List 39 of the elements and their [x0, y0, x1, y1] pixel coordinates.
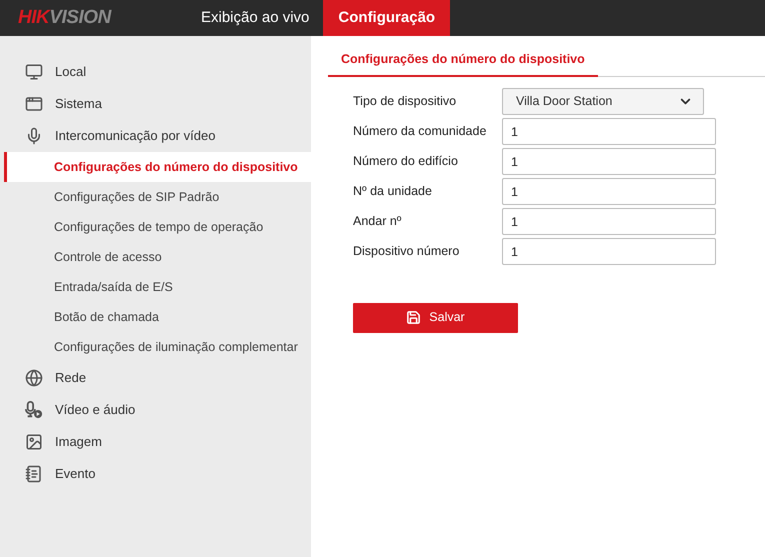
sidebar-item[interactable]: Vídeo e áudio: [4, 394, 311, 426]
sidebar-item[interactable]: Evento: [4, 458, 311, 490]
field-label: Tipo de dispositivo: [353, 93, 458, 110]
select-field[interactable]: Villa Door Station: [502, 88, 704, 116]
microphone-icon: [25, 127, 43, 145]
notepad-icon: [25, 465, 43, 483]
sidebar-item[interactable]: Rede: [4, 362, 311, 394]
nav-tab[interactable]: Exibição ao vivo: [187, 0, 324, 36]
field-label: Número da comunidade: [353, 123, 488, 140]
sidebar-subitem[interactable]: Configurações de SIP Padrão: [4, 182, 311, 212]
monitor-icon: [25, 63, 43, 81]
window-icon: [25, 95, 43, 113]
input-field[interactable]: 1: [502, 208, 716, 236]
logo: HIKVISION: [18, 6, 113, 30]
nav-tab[interactable]: Configuração: [323, 0, 450, 36]
sidebar-item[interactable]: Sistema: [4, 88, 311, 120]
field-label: Dispositivo número: [353, 243, 460, 260]
microphone-play-icon: [25, 401, 43, 419]
save-icon: [406, 310, 422, 326]
globe-icon: [25, 369, 43, 387]
sidebar-item[interactable]: Local: [4, 56, 311, 88]
input-field[interactable]: 1: [502, 238, 716, 266]
sidebar-item[interactable]: Imagem: [4, 426, 311, 458]
sidebar-subitem[interactable]: Botão de chamada: [4, 302, 311, 332]
input-field[interactable]: 1: [502, 118, 716, 146]
field-label: Número do edifício: [353, 153, 459, 170]
sidebar-subitem[interactable]: Configurações do número do dispositivo: [4, 152, 311, 182]
field-label: Nº da unidade: [353, 183, 433, 200]
field-label: Andar nº: [353, 213, 402, 230]
input-field[interactable]: 1: [502, 148, 716, 176]
sidebar-subitem[interactable]: Controle de acesso: [4, 242, 311, 272]
save-button[interactable]: Salvar: [353, 302, 518, 333]
sidebar-subitem[interactable]: Configurações de tempo de operação: [4, 212, 311, 242]
input-field[interactable]: 1: [502, 178, 716, 206]
sidebar-item[interactable]: Intercomunicação por vídeo: [4, 120, 311, 152]
content-tab[interactable]: Configurações do número do dispositivo: [328, 50, 598, 77]
sidebar-subitem[interactable]: Configurações de iluminação complementar: [4, 332, 311, 362]
image-icon: [25, 433, 43, 451]
sidebar-subitem[interactable]: Entrada/saída de E/S: [4, 272, 311, 302]
